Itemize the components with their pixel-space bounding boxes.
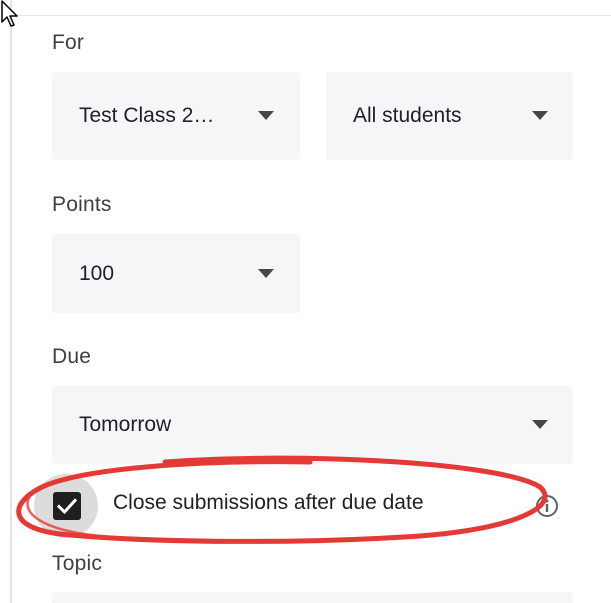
dropdown-arrow-icon bbox=[258, 268, 274, 278]
points-select[interactable]: 100 bbox=[52, 234, 300, 313]
for-label: For bbox=[52, 31, 85, 54]
dropdown-arrow-icon bbox=[532, 111, 548, 120]
due-label: Due bbox=[52, 345, 92, 368]
assignment-settings-panel: For Test Class 2… All students Points 10… bbox=[0, 0, 611, 603]
checkmark-icon bbox=[56, 498, 78, 515]
students-select[interactable]: All students bbox=[326, 72, 573, 160]
panel-divider bbox=[10, 0, 12, 603]
info-icon[interactable] bbox=[535, 494, 559, 518]
arrow-cursor-icon bbox=[1, 0, 18, 27]
class-select[interactable]: Test Class 2… bbox=[52, 72, 300, 160]
due-select-value: Tomorrow bbox=[79, 413, 172, 436]
points-label: Points bbox=[52, 193, 112, 216]
students-select-value: All students bbox=[353, 104, 462, 127]
top-divider bbox=[12, 15, 611, 16]
close-submissions-checkbox[interactable] bbox=[53, 492, 81, 520]
topic-label: Topic bbox=[52, 552, 103, 575]
close-submissions-label[interactable]: Close submissions after due date bbox=[113, 491, 424, 515]
points-select-value: 100 bbox=[79, 261, 115, 285]
dropdown-arrow-icon bbox=[258, 111, 274, 120]
class-select-value: Test Class 2… bbox=[79, 104, 215, 127]
due-select[interactable]: Tomorrow bbox=[52, 386, 573, 464]
dropdown-arrow-icon bbox=[532, 420, 548, 429]
topic-select[interactable] bbox=[52, 592, 573, 603]
